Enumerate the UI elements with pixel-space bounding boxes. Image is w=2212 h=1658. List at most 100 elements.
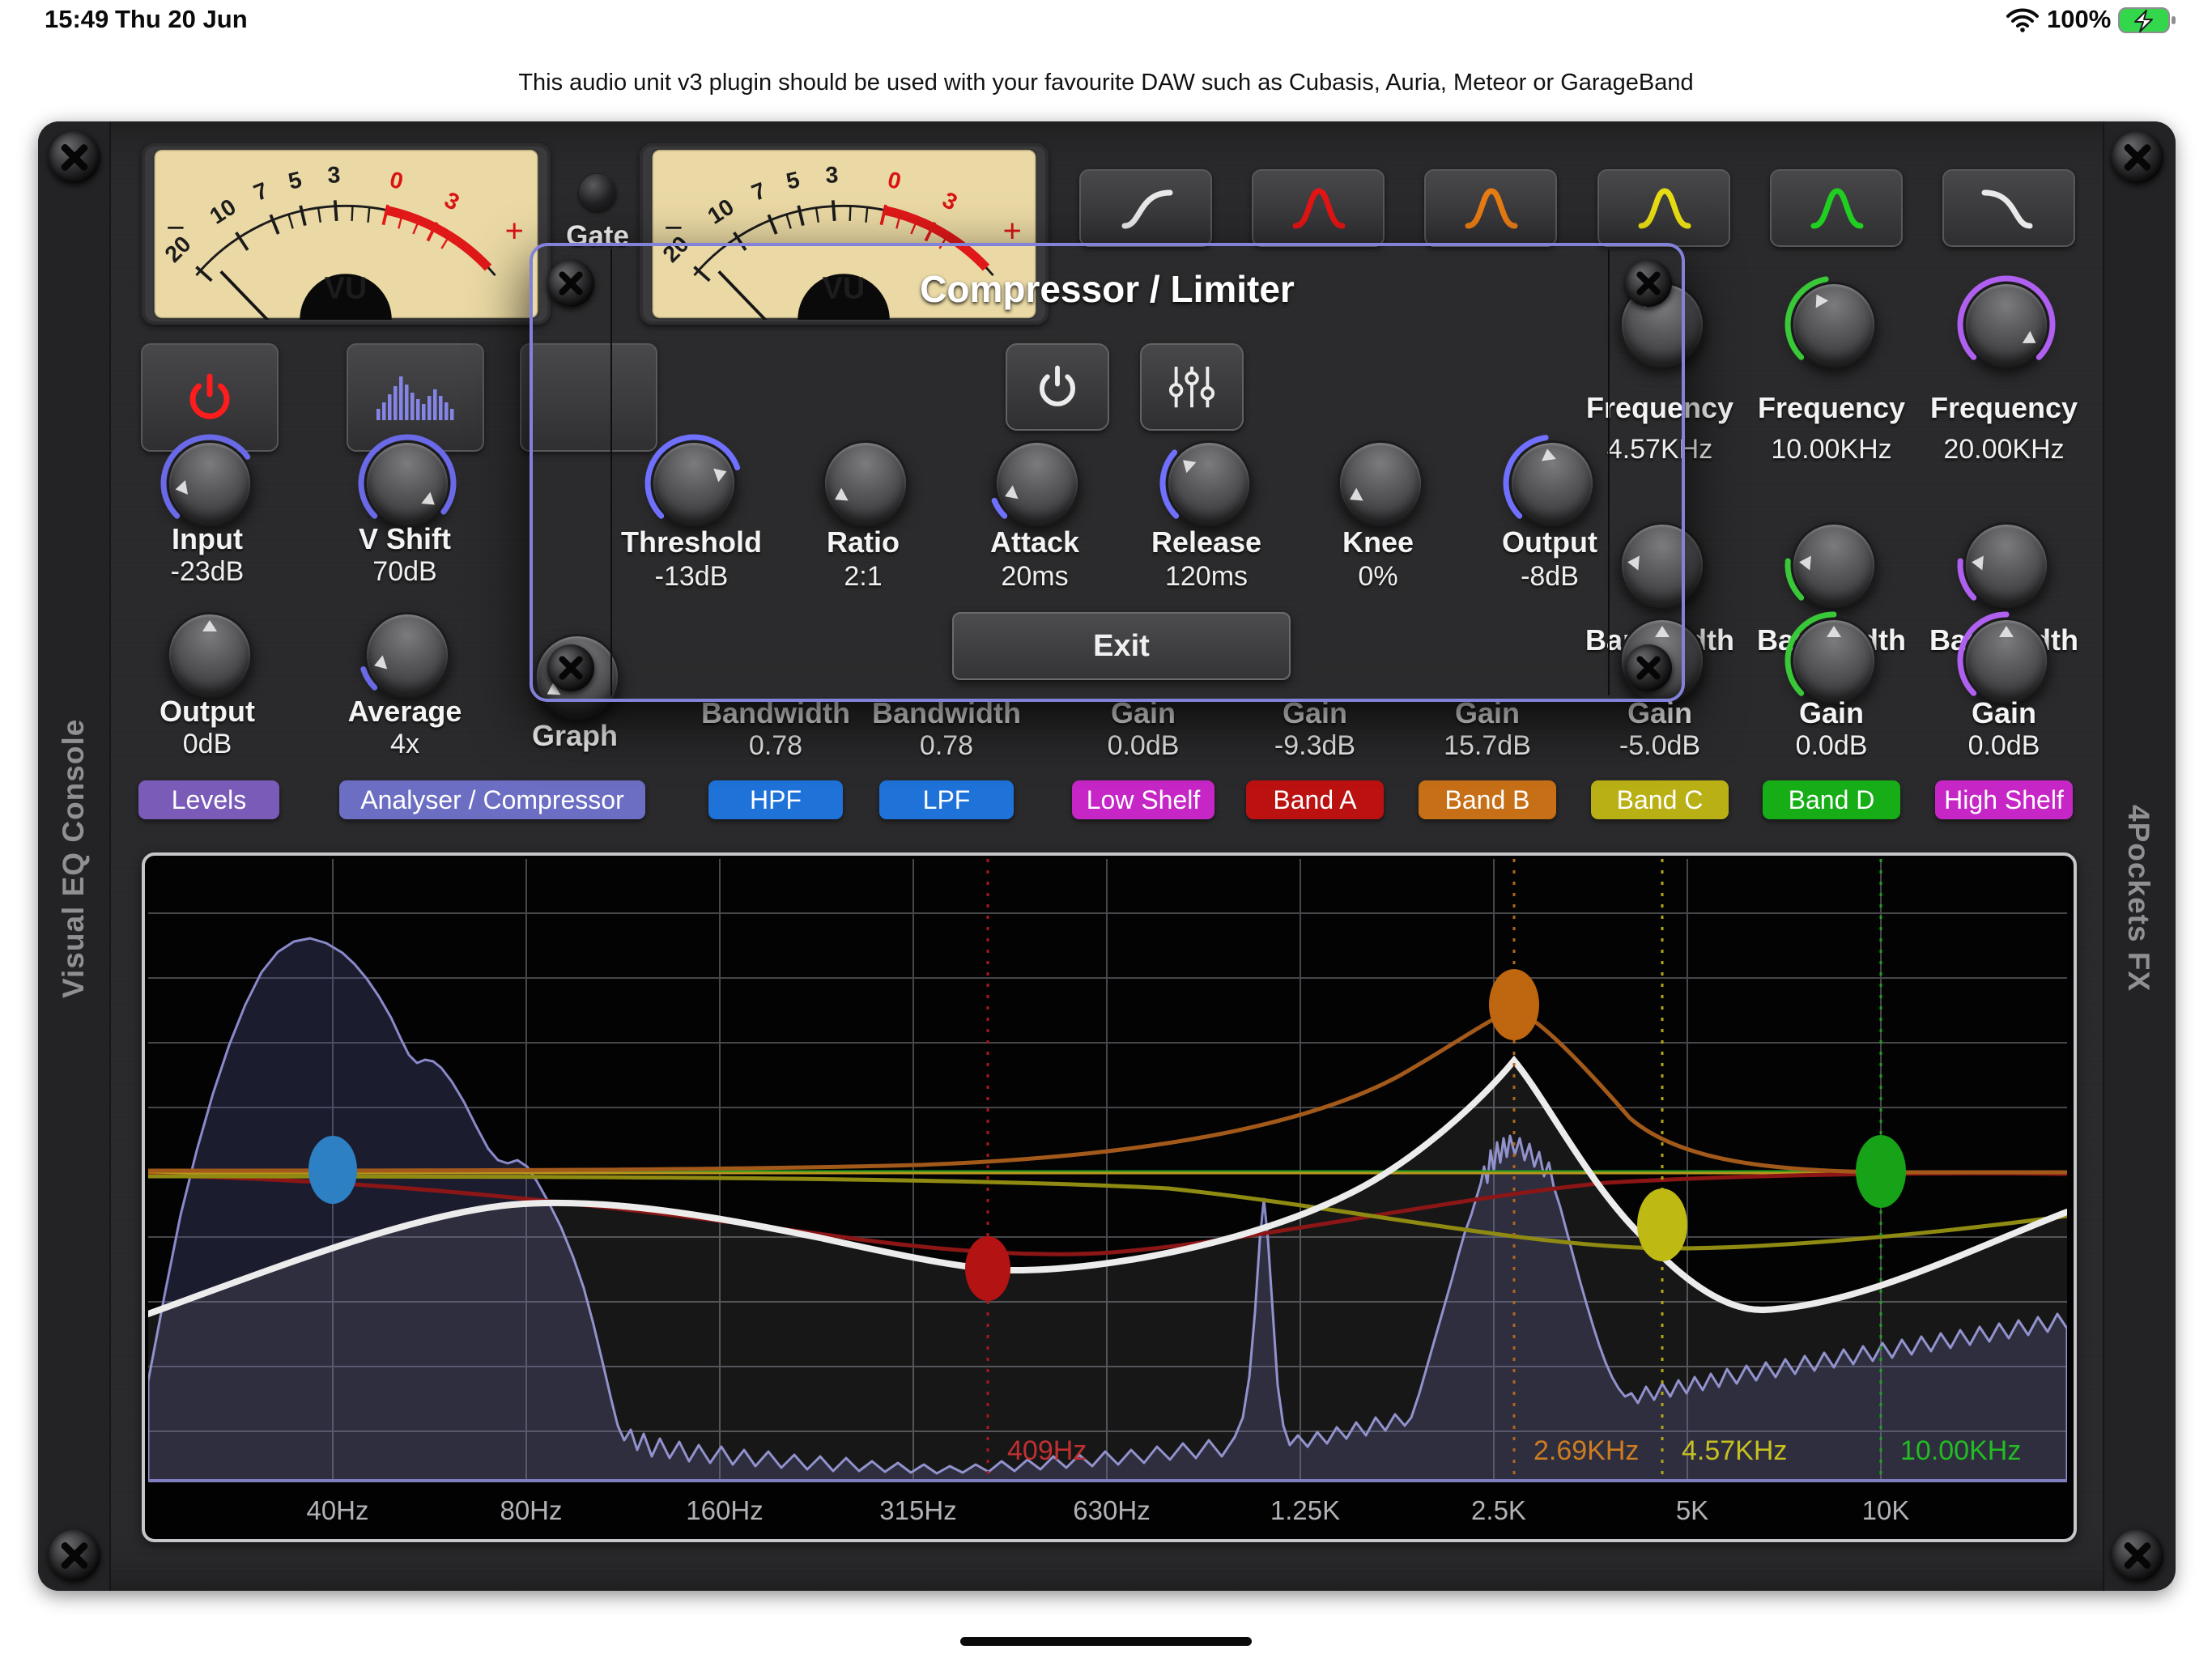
high-shelf-gain-value: 0.0dB <box>1915 730 2093 762</box>
band-b-handle[interactable] <box>1489 969 1539 1040</box>
input-value: -23dB <box>118 556 296 588</box>
high-shelf-frequency-knob[interactable] <box>1963 282 2049 368</box>
band-b-gain-value: 15.7dB <box>1398 730 1576 762</box>
band-d-frequency-label: Frequency <box>1742 391 1921 425</box>
input-knob[interactable] <box>167 440 253 526</box>
vshift-knob[interactable] <box>364 440 450 526</box>
band-d-gain-label: Gain <box>1742 696 1921 730</box>
axis-tick: 315Hz <box>870 1495 967 1526</box>
high-shelf-frequency-value: 20.00KHz <box>1915 434 2093 466</box>
low-shelf-button[interactable]: Low Shelf <box>1072 780 1214 819</box>
hpf-button[interactable]: HPF <box>708 780 843 819</box>
axis-tick: 160Hz <box>676 1495 773 1526</box>
high-shelf-bandwidth-knob[interactable] <box>1963 522 2049 608</box>
exit-button[interactable]: Exit <box>952 612 1291 680</box>
svg-text:VU: VU <box>325 272 368 306</box>
dialog-seam <box>610 249 612 695</box>
comp-output-label: Output <box>1461 525 1639 559</box>
average-knob[interactable] <box>364 612 450 698</box>
battery-percent: 100% <box>2047 5 2111 34</box>
date: Thu 20 Jun <box>115 5 248 34</box>
vu-meter-left: 20 10 7 5 3 0 3 − + VU <box>142 143 551 325</box>
comp-output-value: -8dB <box>1461 561 1639 593</box>
wifi-icon <box>2006 8 2039 32</box>
attack-value: 20ms <box>946 561 1124 593</box>
axis-tick: 10K <box>1837 1495 1934 1526</box>
axis-tick: 1.25K <box>1257 1495 1354 1526</box>
lpf-bandwidth-value: 0.78 <box>857 730 1036 762</box>
orange-bell-icon <box>1461 182 1520 234</box>
power-icon <box>1034 363 1081 410</box>
ratio-knob[interactable] <box>823 440 908 526</box>
low-shelf-gain-value: 0.0dB <box>1054 730 1232 762</box>
band-d-bell-button[interactable] <box>1770 169 1903 247</box>
attack-knob[interactable] <box>994 440 1080 526</box>
analyser-bars-icon <box>375 373 456 422</box>
knee-value: 0% <box>1289 561 1467 593</box>
compressor-settings-button[interactable] <box>1140 343 1244 431</box>
band-d-bandwidth-knob[interactable] <box>1791 522 1877 608</box>
dialog-seam <box>1608 249 1610 695</box>
band-d-gain-value: 0.0dB <box>1742 730 1921 762</box>
average-label: Average <box>316 695 494 729</box>
green-bell-icon <box>1807 182 1865 234</box>
panel-screw-icon <box>49 131 100 183</box>
clock: 15:49 <box>45 5 108 34</box>
hpf-curve-button[interactable] <box>1079 169 1212 247</box>
release-knob[interactable] <box>1166 440 1252 526</box>
hpf-bandwidth-value: 0.78 <box>687 730 865 762</box>
lpf-curve-icon <box>1980 182 2038 234</box>
ratio-value: 2:1 <box>774 561 952 593</box>
eq-graph: 409Hz 2.69KHz 4.57KHz 10.00KHz 40Hz 80Hz… <box>142 852 2077 1542</box>
band-c-handle[interactable] <box>1637 1188 1687 1261</box>
compressor-power-button[interactable] <box>1006 343 1109 431</box>
band-b-button[interactable]: Band B <box>1419 780 1556 819</box>
axis-tick: 630Hz <box>1063 1495 1160 1526</box>
band-d-handle[interactable] <box>1856 1135 1906 1208</box>
band-a-handle[interactable] <box>965 1236 1010 1301</box>
svg-text:3: 3 <box>825 162 839 189</box>
release-label: Release <box>1117 525 1295 559</box>
red-bell-icon <box>1289 182 1347 234</box>
output-knob[interactable] <box>167 612 253 698</box>
high-shelf-gain-knob[interactable] <box>1963 618 2049 704</box>
comp-output-knob[interactable] <box>1509 440 1595 526</box>
levels-button[interactable]: Levels <box>138 780 279 819</box>
band-d-frequency-knob[interactable] <box>1791 282 1877 368</box>
band-c-bell-button[interactable] <box>1597 169 1730 247</box>
high-shelf-gain-label: Gain <box>1915 696 2093 730</box>
band-d-gain-knob[interactable] <box>1791 618 1877 704</box>
high-shelf-frequency-label: Frequency <box>1915 391 2093 425</box>
yellow-bell-icon <box>1635 182 1693 234</box>
band-d-button[interactable]: Band D <box>1763 780 1900 819</box>
input-label: Input <box>118 522 296 556</box>
dialog-screw-icon <box>1625 644 1672 691</box>
panel-screw-icon <box>2112 1529 2163 1581</box>
band-b-bell-button[interactable] <box>1424 169 1557 247</box>
vshift-value: 70dB <box>316 556 494 588</box>
band-a-button[interactable]: Band A <box>1246 780 1384 819</box>
compressor-limiter-dialog: Compressor / Limiter Threshold -13dB Rat… <box>530 243 1685 702</box>
home-indicator[interactable] <box>960 1637 1252 1646</box>
plugin-name-left: Visual EQ Console <box>38 688 109 1028</box>
axis-tick: 40Hz <box>289 1495 386 1526</box>
eq-plot <box>148 859 2067 1482</box>
knee-knob[interactable] <box>1338 440 1423 526</box>
band-a-bell-button[interactable] <box>1252 169 1385 247</box>
average-value: 4x <box>316 729 494 760</box>
band-c-freq-readout: 4.57KHz <box>1682 1435 1787 1467</box>
threshold-knob[interactable] <box>651 440 737 526</box>
ratio-label: Ratio <box>774 525 952 559</box>
band-c-gain-value: -5.0dB <box>1571 730 1749 762</box>
band-c-button[interactable]: Band C <box>1591 780 1729 819</box>
panel-screw-icon <box>49 1529 100 1581</box>
vshift-label: V Shift <box>316 522 494 556</box>
lpf-button[interactable]: LPF <box>879 780 1014 819</box>
analyser-compressor-button[interactable]: Analyser / Compressor <box>339 780 645 819</box>
high-shelf-button[interactable]: High Shelf <box>1935 780 2073 819</box>
lpf-curve-button[interactable] <box>1942 169 2075 247</box>
battery-charging-icon <box>2118 7 2178 35</box>
threshold-value: -13dB <box>602 561 781 593</box>
hpf-handle[interactable] <box>308 1136 357 1204</box>
hpf-curve-icon <box>1117 182 1175 234</box>
